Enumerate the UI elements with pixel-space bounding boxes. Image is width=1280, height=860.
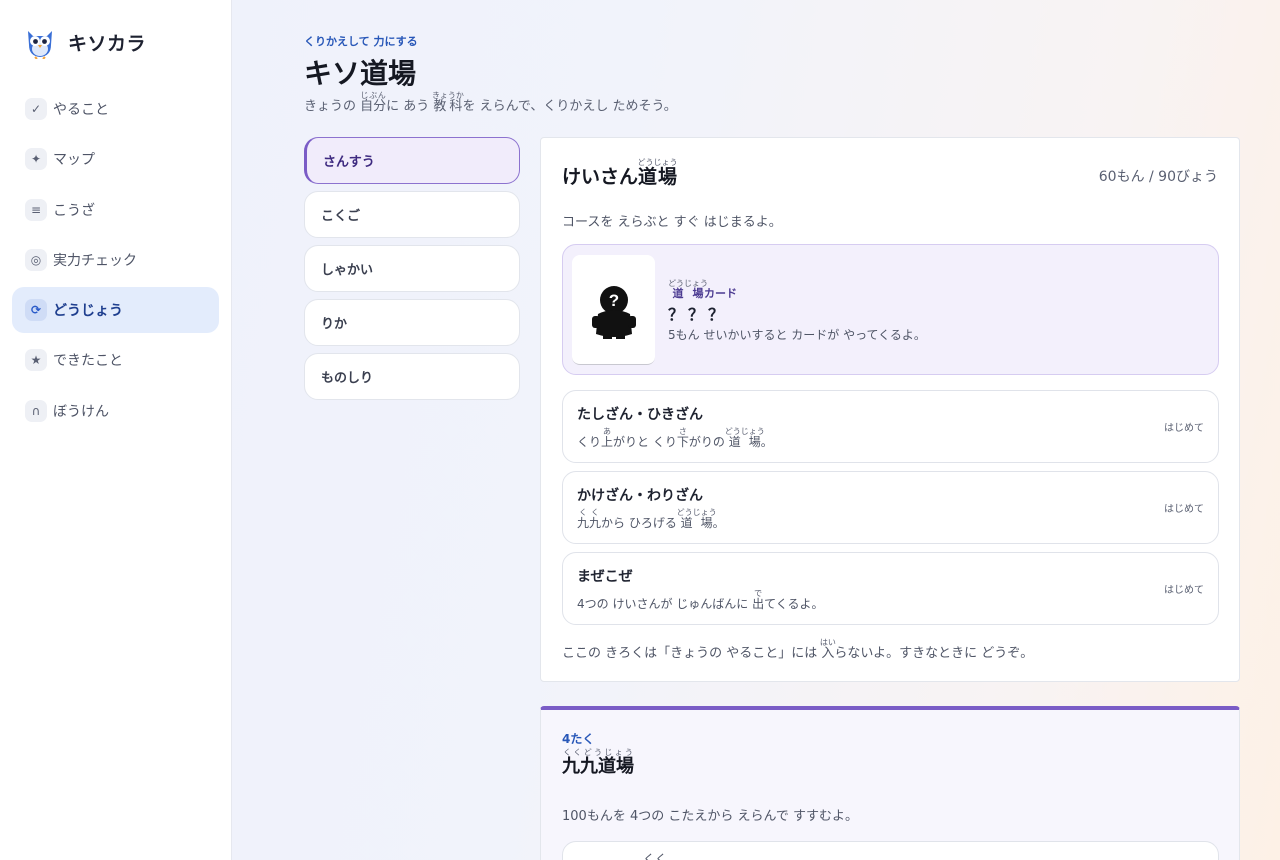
svg-text:?: ? bbox=[609, 291, 619, 310]
mystery-silhouette-icon: ? bbox=[592, 286, 636, 339]
sidebar-item-achievements[interactable]: ★ できたこと bbox=[12, 337, 219, 383]
arch-icon: ∩ bbox=[25, 399, 47, 422]
dojo-card-name: ？？？ bbox=[668, 305, 729, 324]
course-status: はじめて bbox=[1164, 504, 1204, 515]
sidebar-item-label: 実力チェック bbox=[53, 252, 137, 269]
sidebar-item-label: できたこと bbox=[53, 353, 123, 370]
sidebar-item-skill-check[interactable]: ◎ 実力チェック bbox=[12, 237, 219, 283]
refresh-icon: ⟳ bbox=[25, 299, 47, 322]
mystery-card-image: ? bbox=[572, 255, 655, 365]
dojo-title: けいさん道場どうじょう bbox=[562, 158, 678, 188]
sidebar-nav: ✓ やること ✦ マップ ≡ こうざ ◎ 実力チェック ⟳ どうじょう ★ でき… bbox=[12, 86, 219, 438]
course-multiplication-division[interactable]: かけざん・わりざん 九九くくから ひろげる 道場どうじょう。 はじめて bbox=[562, 471, 1219, 544]
subject-science[interactable]: りか bbox=[304, 299, 520, 346]
course-description: くり上あがりと くり下さがりの 道場どうじょう。 bbox=[577, 427, 773, 449]
page-subtitle: きょうの 自分じぶんに あう 教科きょうかを えらんで、くりかえし ためそう。 bbox=[304, 91, 677, 114]
kuku-course-row[interactable]: くく bbox=[562, 841, 1219, 860]
page-title: キソ道場 bbox=[304, 57, 417, 90]
sidebar-item-kouza[interactable]: ≡ こうざ bbox=[12, 187, 219, 233]
subject-social[interactable]: しゃかい bbox=[304, 245, 520, 292]
subject-trivia[interactable]: ものしり bbox=[304, 353, 520, 400]
course-name: まぜこぜ bbox=[577, 569, 633, 585]
dojo-description: コースを えらぶと すぐ はじまるよ。 bbox=[562, 215, 782, 230]
course-mixed[interactable]: まぜこぜ 4つの けいさんが じゅんばんに 出でてくるよ。 はじめて bbox=[562, 552, 1219, 625]
dojo-card-label: 道場どうじょうカード bbox=[668, 279, 737, 300]
kuku-description: 100もんを 4つの こたえから えらんで すすむよ。 bbox=[562, 809, 858, 824]
sidebar-item-dojo[interactable]: ⟳ どうじょう bbox=[12, 287, 219, 334]
page-eyebrow: くりかえして 力にする bbox=[304, 35, 418, 48]
course-name: たしざん・ひきざん bbox=[577, 407, 703, 423]
course-status: はじめて bbox=[1164, 585, 1204, 596]
sidebar-item-label: こうざ bbox=[53, 202, 95, 219]
course-description: 4つの けいさんが じゅんばんに 出でてくるよ。 bbox=[577, 589, 824, 611]
star-icon: ★ bbox=[25, 349, 47, 372]
kuku-title: 九九道場くくどうじょう bbox=[562, 748, 634, 777]
sparkle-icon: ✦ bbox=[25, 148, 47, 171]
sidebar-item-adventure[interactable]: ∩ ぼうけん bbox=[12, 388, 219, 434]
target-icon: ◎ bbox=[25, 248, 47, 271]
keisan-dojo-card: けいさん道場どうじょう 60もん / 90びょう コースを えらぶと すぐ はじ… bbox=[540, 137, 1240, 682]
sidebar: キソカラ ✓ やること ✦ マップ ≡ こうざ ◎ 実力チェック ⟳ どうじょう… bbox=[0, 0, 232, 860]
owl-logo-icon bbox=[28, 31, 52, 59]
sidebar-item-label: どうじょう bbox=[53, 303, 123, 320]
dojo-meta: 60もん / 90びょう bbox=[1098, 169, 1218, 185]
course-name: かけざん・わりざん bbox=[577, 488, 703, 504]
course-description: 九九くくから ひろげる 道場どうじょう。 bbox=[577, 508, 725, 530]
sidebar-item-yarukoto[interactable]: ✓ やること bbox=[12, 86, 219, 132]
menu-icon: ≡ bbox=[25, 198, 47, 221]
subject-list: さんすう こくご しゃかい りか ものしり bbox=[304, 137, 520, 407]
sidebar-item-label: マップ bbox=[53, 152, 95, 169]
check-icon: ✓ bbox=[25, 98, 47, 120]
kuku-row-ruby: くく bbox=[643, 852, 668, 860]
sidebar-item-label: やること bbox=[53, 102, 109, 118]
sidebar-item-label: ぼうけん bbox=[53, 403, 109, 420]
dojo-note: ここの きろくは「きょうの やること」には 入はいらないよ。すきなときに どうぞ… bbox=[562, 638, 1034, 661]
kuku-dojo-card: 4たく 九九道場くくどうじょう 100もんを 4つの こたえから えらんで すす… bbox=[540, 706, 1240, 860]
dojo-card-note: 5もん せいかいすると カードが やってくるよ。 bbox=[668, 328, 926, 342]
dojo-card-panel: ? 道場どうじょうカード ？？？ 5もん せいかいすると カードが やってくるよ… bbox=[562, 244, 1219, 375]
kuku-tag: 4たく bbox=[562, 732, 595, 746]
course-addition-subtraction[interactable]: たしざん・ひきざん くり上あがりと くり下さがりの 道場どうじょう。 はじめて bbox=[562, 390, 1219, 463]
sidebar-item-map[interactable]: ✦ マップ bbox=[12, 136, 219, 182]
subject-math[interactable]: さんすう bbox=[304, 137, 520, 184]
app-name: キソカラ bbox=[68, 32, 147, 55]
course-status: はじめて bbox=[1164, 423, 1204, 434]
subject-japanese[interactable]: こくご bbox=[304, 191, 520, 238]
brand[interactable]: キソカラ bbox=[24, 25, 146, 59]
